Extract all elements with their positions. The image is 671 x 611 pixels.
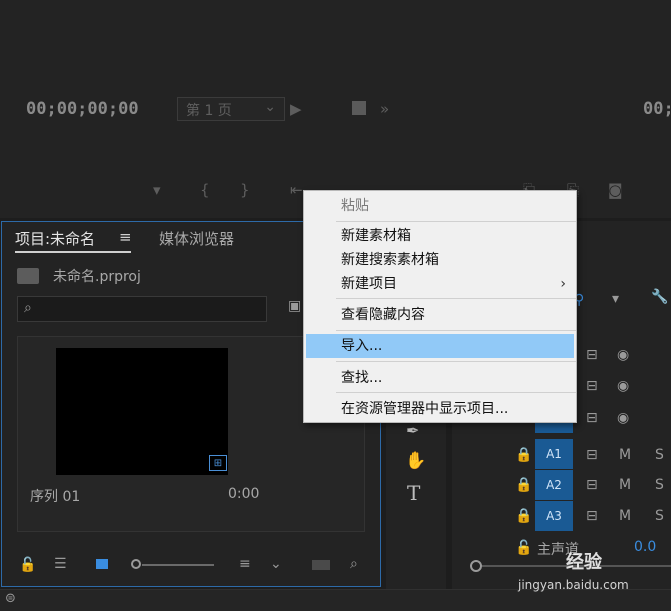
menu-item-find[interactable]: 查找... xyxy=(306,366,574,390)
track-output-icon[interactable]: ⊟ xyxy=(586,477,598,493)
tab-media-browser[interactable]: 媒体浏览器 xyxy=(159,228,234,249)
solo-button[interactable]: S xyxy=(655,508,664,524)
page-select[interactable]: 第 1 页 ⌄ xyxy=(177,97,285,121)
hand-tool-icon[interactable]: ✋ xyxy=(405,451,426,471)
track-output-icon[interactable]: ⊟ xyxy=(586,508,598,524)
sort-icon[interactable]: ≡ xyxy=(239,556,251,572)
audio-track-a3-label[interactable]: A3 xyxy=(535,501,573,531)
automate-icon[interactable] xyxy=(312,560,330,570)
master-volume-value[interactable]: 0.0 xyxy=(634,539,656,555)
type-tool-icon[interactable]: T xyxy=(407,481,420,505)
search-icon: ⌕ xyxy=(24,300,32,316)
track-output-icon[interactable]: ⊟ xyxy=(586,347,598,363)
lock-icon[interactable]: 🔒 xyxy=(515,508,532,524)
menu-separator xyxy=(336,392,576,393)
play-small-icon[interactable]: ▶ xyxy=(290,100,302,118)
new-search-bin-icon[interactable]: ▣ xyxy=(288,298,301,314)
timecode-current[interactable]: 00;00;00;00 xyxy=(26,99,139,119)
creative-cloud-icon[interactable]: ⊜ xyxy=(5,591,16,606)
lock-icon[interactable]: 🔒 xyxy=(515,447,532,463)
baidu-jingyan-logo: 经验 xyxy=(566,552,602,573)
zoom-slider-track[interactable] xyxy=(142,564,214,566)
audio-track-a2-label[interactable]: A2 xyxy=(535,470,573,500)
menu-item-reveal-in-explorer[interactable]: 在资源管理器中显示项目... xyxy=(306,397,574,421)
page-select-value: 第 1 页 xyxy=(186,103,232,119)
sequence-duration: 0:00 xyxy=(228,486,260,502)
sort-chevron-icon[interactable]: ⌄ xyxy=(270,556,282,572)
menu-item-view-hidden[interactable]: 查看隐藏内容 xyxy=(306,303,574,327)
lock-icon[interactable]: 🔓 xyxy=(19,557,36,573)
add-marker-icon[interactable]: ▾ xyxy=(153,181,161,199)
menu-item-new-item-label: 新建项目 xyxy=(341,276,397,292)
menu-separator xyxy=(336,330,576,331)
mute-button[interactable]: M xyxy=(619,477,631,493)
list-view-icon[interactable]: ☰ xyxy=(54,556,67,572)
menu-separator xyxy=(336,361,576,362)
zoom-slider-handle[interactable] xyxy=(131,559,141,569)
submenu-arrow-icon: › xyxy=(560,276,566,292)
context-menu: 粘贴 新建素材箱 新建搜索素材箱 新建项目 › 查看隐藏内容 导入... 查找.… xyxy=(303,190,577,423)
watermark-url: jingyan.baidu.com xyxy=(518,578,629,592)
fast-forward-icon[interactable]: » xyxy=(380,100,389,118)
track-output-icon[interactable]: ⊟ xyxy=(586,410,598,426)
track-output-icon[interactable]: ⊟ xyxy=(586,447,598,463)
menu-separator xyxy=(336,221,576,222)
solo-button[interactable]: S xyxy=(655,477,664,493)
sequence-thumbnail[interactable] xyxy=(56,348,228,475)
track-output-icon[interactable]: ⊟ xyxy=(586,378,598,394)
status-bar xyxy=(0,589,671,611)
wrench-icon[interactable]: 🔧 xyxy=(651,289,668,305)
icon-view-icon[interactable] xyxy=(96,559,108,569)
find-icon[interactable]: ⌕ xyxy=(350,556,358,572)
menu-item-paste[interactable]: 粘贴 xyxy=(306,194,574,218)
mark-out-icon[interactable]: } xyxy=(240,181,250,199)
solo-button[interactable]: S xyxy=(655,447,664,463)
eye-icon[interactable]: ◉ xyxy=(617,378,629,394)
camera-icon[interactable]: ◙ xyxy=(608,181,623,199)
go-to-in-icon[interactable]: ⇤ xyxy=(290,181,303,199)
timeline-zoom-handle[interactable] xyxy=(470,560,482,572)
lock-icon[interactable]: 🔒 xyxy=(515,477,532,493)
menu-item-new-search-bin[interactable]: 新建搜索素材箱 xyxy=(306,248,574,272)
add-marker-timeline-icon[interactable]: ▾ xyxy=(612,291,619,307)
menu-separator xyxy=(336,298,576,299)
search-input[interactable]: ⌕ xyxy=(17,296,267,322)
project-file-name: 未命名.prproj xyxy=(53,269,141,285)
project-file-icon xyxy=(17,268,39,284)
mute-button[interactable]: M xyxy=(619,447,631,463)
mute-button[interactable]: M xyxy=(619,508,631,524)
chevron-down-icon: ⌄ xyxy=(264,99,276,115)
menu-item-new-item[interactable]: 新建项目 › xyxy=(306,272,574,296)
pen-tool-icon[interactable]: ✒ xyxy=(406,421,419,440)
tab-project[interactable]: 项目:未命名 xyxy=(15,228,95,249)
tab-underline xyxy=(15,251,131,253)
sequence-name[interactable]: 序列 01 xyxy=(30,486,80,506)
audio-track-a1-label[interactable]: A1 xyxy=(535,439,573,469)
menu-item-new-bin[interactable]: 新建素材箱 xyxy=(306,224,574,248)
lock-icon[interactable]: 🔓 xyxy=(515,540,532,556)
panel-menu-icon[interactable]: ≡ xyxy=(119,228,132,246)
timecode-duration: 00;0 xyxy=(643,99,671,119)
mark-in-icon[interactable]: { xyxy=(200,181,210,199)
menu-item-import[interactable]: 导入... xyxy=(306,334,574,358)
sequence-badge-icon: ⊞ xyxy=(209,455,227,471)
eye-icon[interactable]: ◉ xyxy=(617,410,629,426)
marker-icon[interactable] xyxy=(352,101,366,115)
eye-icon[interactable]: ◉ xyxy=(617,347,629,363)
